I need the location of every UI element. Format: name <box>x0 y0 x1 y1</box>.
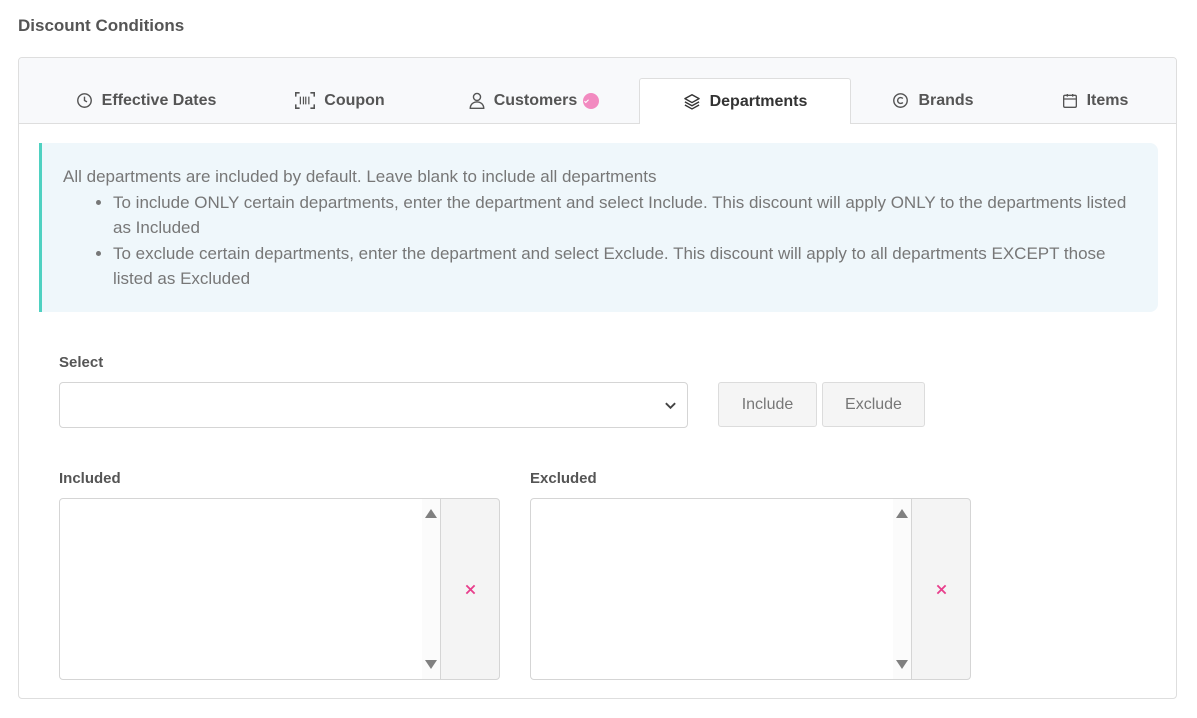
scroll-down-arrow-icon[interactable] <box>896 660 908 669</box>
info-intro: All departments are included by default.… <box>63 167 657 186</box>
scroll-down-arrow-icon[interactable] <box>425 660 437 669</box>
included-label: Included <box>59 470 121 487</box>
check-badge-icon <box>583 92 600 109</box>
section-title: Discount Conditions <box>18 16 185 35</box>
excluded-label: Excluded <box>530 470 597 487</box>
close-icon <box>465 584 475 594</box>
select-label: Select <box>59 354 104 371</box>
tab-bar: Effective Dates Coupon Customers Departm… <box>19 58 1176 124</box>
info-callout: All departments are included by default.… <box>39 143 1158 312</box>
included-listbox[interactable] <box>59 498 441 680</box>
included-scrollbar[interactable] <box>422 499 440 679</box>
tab-departments[interactable]: Departments <box>639 78 851 124</box>
tab-effective-dates[interactable]: Effective Dates <box>41 78 251 123</box>
tab-coupon[interactable]: Coupon <box>251 78 429 123</box>
tab-label: Brands <box>918 91 974 109</box>
tab-brands[interactable]: Brands <box>851 78 1015 123</box>
department-select[interactable] <box>59 382 688 428</box>
clock-icon <box>76 93 92 108</box>
tab-label: Customers <box>493 91 578 109</box>
remove-excluded-button[interactable] <box>911 498 971 680</box>
scroll-up-arrow-icon[interactable] <box>425 509 437 518</box>
layers-icon <box>683 94 700 110</box>
info-bullet-include: To include ONLY certain departments, ent… <box>113 190 1138 241</box>
tab-customers[interactable]: Customers <box>429 78 639 123</box>
calendar-icon <box>1062 93 1077 108</box>
excluded-scrollbar[interactable] <box>893 499 911 679</box>
info-list: To include ONLY certain departments, ent… <box>63 190 1138 292</box>
excluded-listbox[interactable] <box>530 498 912 680</box>
tab-items[interactable]: Items <box>1015 78 1175 123</box>
tab-label: Coupon <box>324 91 385 109</box>
remove-included-button[interactable] <box>440 498 500 680</box>
tab-label: Items <box>1086 91 1129 109</box>
include-button[interactable]: Include <box>718 382 817 427</box>
info-bullet-exclude: To exclude certain departments, enter th… <box>113 241 1138 292</box>
tab-label: Effective Dates <box>101 91 217 109</box>
copyright-icon <box>893 93 909 108</box>
scroll-up-arrow-icon[interactable] <box>896 509 908 518</box>
exclude-button[interactable]: Exclude <box>822 382 925 427</box>
barcode-icon <box>295 92 316 109</box>
chevron-down-icon <box>665 402 676 410</box>
close-icon <box>936 584 946 594</box>
user-icon <box>469 92 485 109</box>
tab-label: Departments <box>709 92 808 110</box>
discount-conditions-card: Effective Dates Coupon Customers Departm… <box>18 57 1177 699</box>
